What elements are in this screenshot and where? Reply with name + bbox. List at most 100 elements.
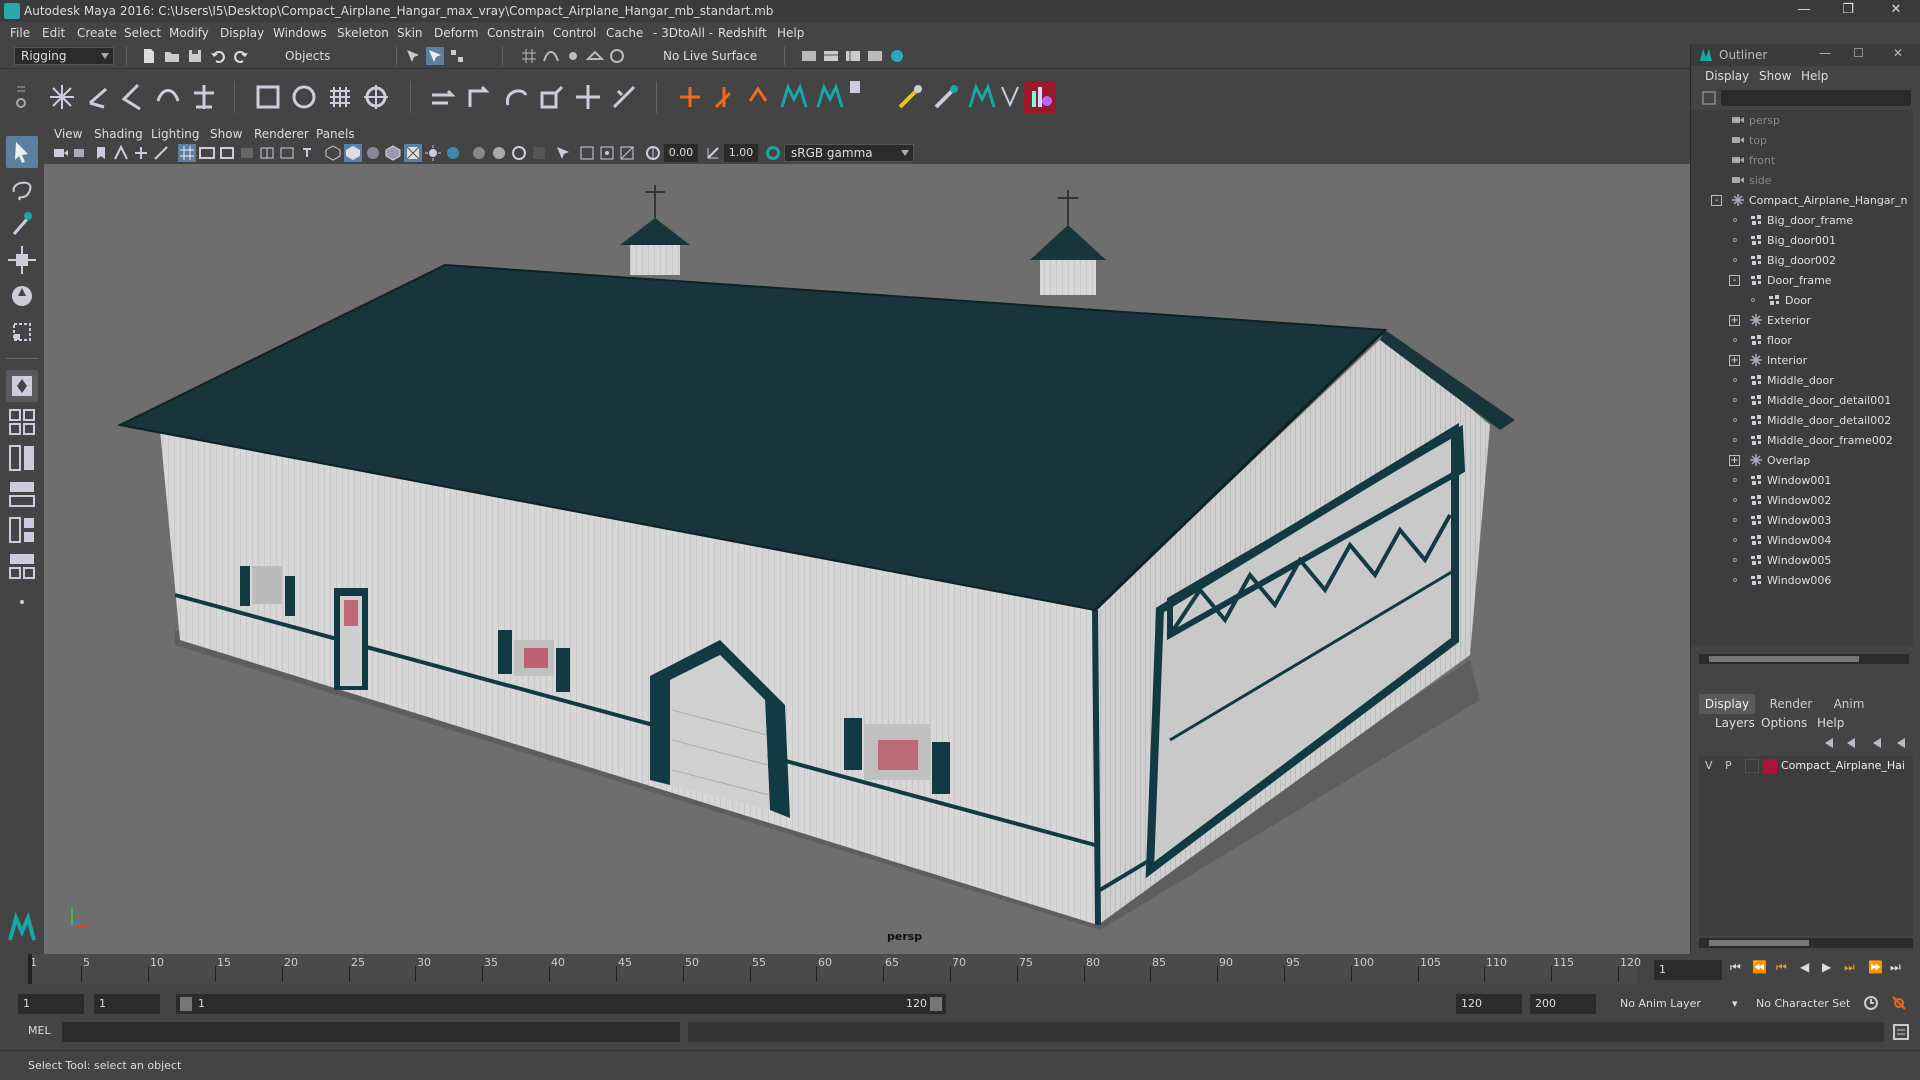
play-forward-button[interactable]: ▶ (1822, 960, 1831, 974)
vp-menu-lighting[interactable]: Lighting (151, 127, 200, 141)
go-to-start-button[interactable]: ⏮ (1730, 960, 1741, 975)
animation-end-field[interactable]: 200 (1530, 994, 1596, 1014)
render-view-icon[interactable] (866, 47, 884, 65)
menu-constrain[interactable]: Constrain (487, 26, 545, 40)
paint-weights-icon[interactable] (288, 81, 320, 113)
collapse-icon[interactable]: - (1711, 195, 1722, 206)
playback-end-field[interactable]: 120 (1456, 994, 1522, 1014)
outliner-hscrollbar[interactable] (1699, 654, 1909, 664)
range-end-handle[interactable] (930, 997, 942, 1011)
render-frame-icon[interactable] (822, 47, 840, 65)
select-tool-icon[interactable] (6, 136, 38, 168)
outliner-item[interactable]: Middle_door_detail002 (1691, 410, 1913, 430)
current-time-indicator[interactable] (28, 954, 32, 984)
outliner-maximize-button[interactable]: ☐ (1853, 46, 1864, 60)
resolution-gate-icon[interactable] (218, 144, 236, 162)
outliner-item[interactable]: top (1691, 130, 1913, 150)
outliner-item[interactable]: Big_door_frame (1691, 210, 1913, 230)
outliner-item[interactable]: Window005 (1691, 550, 1913, 570)
snap-view-plane-icon[interactable] (586, 47, 604, 65)
menu-file[interactable]: File (10, 26, 30, 40)
layer-tab-anim[interactable]: Anim (1821, 694, 1877, 714)
3d-scene-view[interactable]: persp (44, 164, 1690, 954)
new-scene-icon[interactable] (140, 47, 158, 65)
outliner-item[interactable]: - Compact_Airplane_Hangar_n (1691, 190, 1913, 210)
outliner-menu-help[interactable]: Help (1801, 69, 1828, 83)
select-object-icon[interactable] (426, 47, 444, 65)
time-ruler[interactable]: 1 5 10 15 20 25 30 35 40 45 50 55 60 65 70 75 80 85 90 95 10… (28, 954, 1641, 984)
minimize-button[interactable]: — (1784, 0, 1824, 22)
lasso-tool-icon[interactable] (6, 172, 38, 204)
point-constraint-icon[interactable] (464, 81, 496, 113)
character-set-dropdown[interactable]: No Character Set (1756, 994, 1866, 1014)
make-live-icon[interactable] (608, 47, 626, 65)
xray-components-icon[interactable] (618, 144, 636, 162)
persp-graph-layout-icon[interactable] (6, 478, 38, 510)
custom-layout-icon[interactable] (6, 586, 38, 618)
step-forward-key-button[interactable]: ⏩ (1868, 960, 1883, 974)
expand-icon[interactable]: + (1729, 315, 1740, 326)
rotate-tool-icon[interactable] (6, 280, 38, 312)
outliner-item[interactable]: Window004 (1691, 530, 1913, 550)
vp-menu-panels[interactable]: Panels (316, 127, 355, 141)
color-management-icon[interactable] (764, 144, 782, 162)
outliner-item[interactable]: floor (1691, 330, 1913, 350)
outliner-item[interactable]: + Overlap (1691, 450, 1913, 470)
outliner-close-button[interactable]: ✕ (1893, 46, 1903, 60)
set-driven-key-icon[interactable] (744, 81, 776, 113)
motion-blur-icon[interactable] (490, 144, 508, 162)
menu-help[interactable]: Help (777, 26, 804, 40)
xray-joints-icon[interactable] (598, 144, 616, 162)
outliner-item[interactable]: Window001 (1691, 470, 1913, 490)
open-scene-icon[interactable] (163, 47, 181, 65)
menu-edit[interactable]: Edit (42, 26, 65, 40)
textured-icon[interactable] (404, 144, 422, 162)
outliner-minimize-button[interactable]: — (1819, 46, 1831, 60)
time-slider[interactable]: 1 5 10 15 20 25 30 35 40 45 50 55 60 65 70 75 80 85 90 95 10… (0, 954, 1920, 988)
collapse-icon[interactable]: - (1729, 275, 1740, 286)
skeleton-tools-icon[interactable] (188, 81, 220, 113)
menu-windows[interactable]: Windows (273, 26, 327, 40)
auto-key-icon[interactable] (1862, 994, 1880, 1012)
layer-tab-render[interactable]: Render (1763, 694, 1819, 714)
outliner-item[interactable]: Window006 (1691, 570, 1913, 590)
ik-handle-icon[interactable] (116, 81, 148, 113)
layer-type-box[interactable] (1745, 759, 1759, 773)
select-hierarchy-icon[interactable] (404, 47, 422, 65)
menu-display[interactable]: Display (220, 26, 264, 40)
menu-modify[interactable]: Modify (169, 26, 209, 40)
wireframe-on-shaded-icon[interactable] (384, 144, 402, 162)
outliner-refresh-icon[interactable] (1701, 90, 1717, 106)
close-button[interactable]: ✕ (1876, 0, 1916, 22)
use-all-lights-icon[interactable] (424, 144, 442, 162)
menu-skin[interactable]: Skin (397, 26, 423, 40)
animation-start-field[interactable]: 1 (18, 994, 84, 1014)
menu-cache[interactable]: Cache (606, 26, 643, 40)
ipr-render-icon[interactable] (844, 47, 862, 65)
field-chart-icon[interactable] (258, 144, 276, 162)
animation-preferences-icon[interactable] (1890, 994, 1908, 1012)
layer-hscrollbar[interactable] (1699, 938, 1913, 948)
outliner-item[interactable]: Window003 (1691, 510, 1913, 530)
character-controls-icon[interactable] (846, 77, 864, 109)
layer-color-swatch[interactable] (1763, 759, 1777, 773)
shelf-menu-icon[interactable] (12, 81, 30, 113)
outliner-item[interactable]: Big_door001 (1691, 230, 1913, 250)
parent-constraint-icon[interactable] (428, 81, 460, 113)
scale-constraint-icon[interactable] (536, 81, 568, 113)
outliner-item[interactable]: Middle_door_detail001 (1691, 390, 1913, 410)
playback-start-field[interactable]: 1 (94, 994, 160, 1014)
current-frame-field[interactable]: 1 (1654, 960, 1722, 980)
paint-select-icon[interactable] (894, 81, 926, 113)
depth-of-field-icon[interactable] (530, 144, 548, 162)
aim-constraint-icon[interactable] (572, 81, 604, 113)
insert-joint-icon[interactable] (82, 81, 114, 113)
redo-icon[interactable] (232, 47, 250, 65)
uv-editor-layout-icon[interactable] (6, 550, 38, 582)
menu-select[interactable]: Select (124, 26, 161, 40)
create-joint-icon[interactable] (46, 81, 78, 113)
exposure-field[interactable]: 0.00 (664, 144, 698, 162)
safe-action-icon[interactable] (278, 144, 296, 162)
single-perspective-layout-icon[interactable] (6, 370, 38, 402)
menu-create[interactable]: Create (77, 26, 117, 40)
